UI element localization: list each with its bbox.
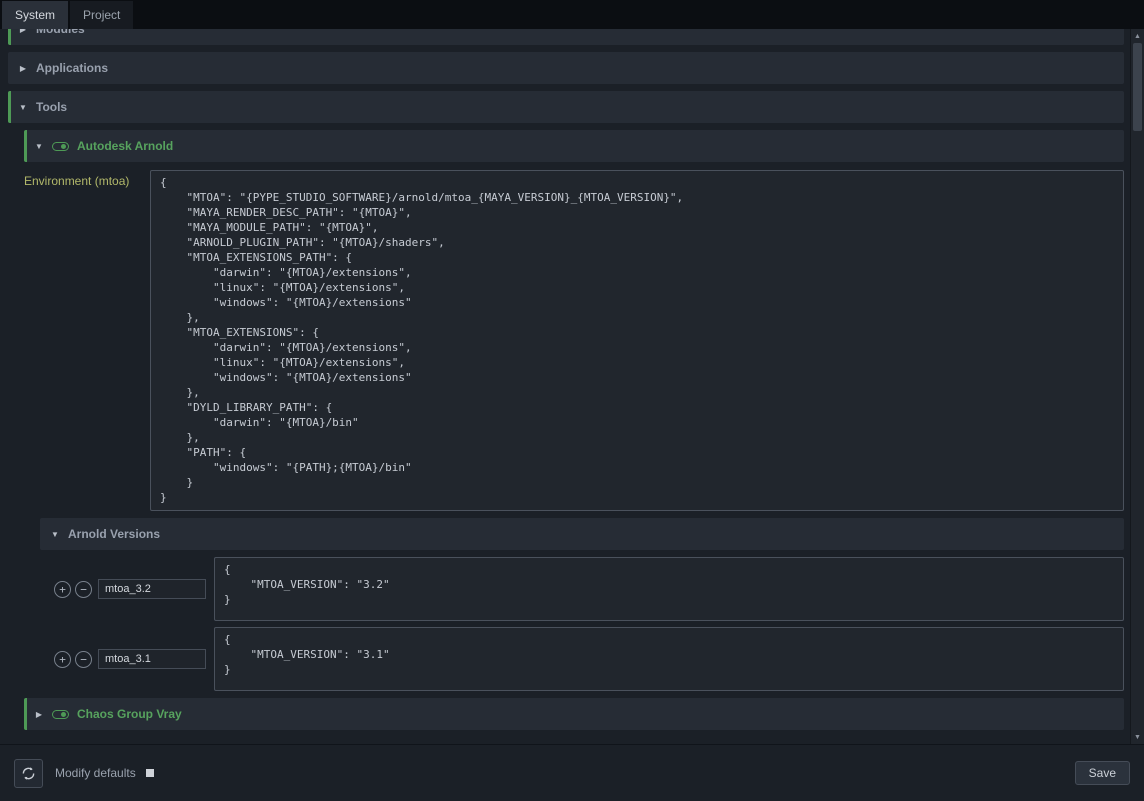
section-title-tools: Tools: [36, 100, 67, 114]
section-header-arnold[interactable]: ▼ Autodesk Arnold: [24, 130, 1124, 162]
section-header-vray[interactable]: ▶ Chaos Group Vray: [24, 698, 1124, 730]
chevron-right-icon: ▶: [18, 29, 28, 34]
section-title-applications: Applications: [36, 61, 108, 75]
scroll-down-button[interactable]: ▼: [1131, 730, 1144, 744]
refresh-button[interactable]: [14, 759, 43, 788]
section-header-modules[interactable]: ▶ Modules: [8, 29, 1124, 45]
footer-bar: Modify defaults Save: [0, 744, 1144, 801]
remove-version-button[interactable]: −: [75, 581, 92, 598]
version-json-editor[interactable]: { "MTOA_VERSION": "3.1" }: [214, 627, 1124, 691]
version-row: + − { "MTOA_VERSION": "3.2" }: [40, 557, 1124, 621]
version-controls: + −: [40, 579, 214, 599]
version-name-input[interactable]: [98, 579, 206, 599]
chevron-down-icon: ▼: [34, 142, 44, 151]
scroll-up-icon: ▲: [1134, 33, 1141, 40]
section-header-applications[interactable]: ▶ Applications: [8, 52, 1124, 84]
section-header-tools[interactable]: ▼ Tools: [8, 91, 1124, 123]
environment-label: Environment (mtoa): [24, 170, 150, 511]
version-json-editor[interactable]: { "MTOA_VERSION": "3.2" }: [214, 557, 1124, 621]
toggle-knob: [61, 144, 66, 149]
tab-bar: System Project: [0, 0, 1144, 29]
chevron-right-icon: ▶: [34, 710, 44, 719]
version-name-input[interactable]: [98, 649, 206, 669]
chevron-down-icon: ▼: [18, 103, 28, 112]
toggle-on-icon[interactable]: [52, 710, 69, 719]
scrollbar[interactable]: ▲ ▼: [1130, 29, 1144, 744]
toggle-knob: [61, 712, 66, 717]
add-version-button[interactable]: +: [54, 651, 71, 668]
environment-json-editor[interactable]: { "MTOA": "{PYPE_STUDIO_SOFTWARE}/arnold…: [150, 170, 1124, 511]
section-header-arnold-versions[interactable]: ▼ Arnold Versions: [40, 518, 1124, 550]
tab-project[interactable]: Project: [70, 1, 133, 29]
remove-version-button[interactable]: −: [75, 651, 92, 668]
section-title-arnold: Autodesk Arnold: [77, 139, 173, 153]
arnold-group: ▼ Autodesk Arnold Environment (mtoa) { "…: [24, 130, 1124, 691]
toggle-on-icon[interactable]: [52, 142, 69, 151]
modify-defaults-indicator[interactable]: [146, 769, 154, 777]
section-title-modules: Modules: [36, 29, 85, 36]
settings-scroll-area: ▶ Modules ▶ Applications ▼ Tools ▼ Autod…: [0, 29, 1144, 744]
chevron-right-icon: ▶: [18, 64, 28, 73]
version-controls: + −: [40, 649, 214, 669]
tab-system[interactable]: System: [2, 1, 68, 29]
tools-body: ▼ Autodesk Arnold Environment (mtoa) { "…: [8, 130, 1124, 730]
section-title-vray: Chaos Group Vray: [77, 707, 182, 721]
section-title-arnold-versions: Arnold Versions: [68, 527, 160, 541]
scroll-down-icon: ▼: [1134, 734, 1141, 741]
chevron-down-icon: ▼: [50, 530, 60, 539]
refresh-icon: [21, 766, 36, 781]
scroll-up-button[interactable]: ▲: [1131, 29, 1144, 43]
modify-defaults-label: Modify defaults: [55, 766, 136, 780]
add-version-button[interactable]: +: [54, 581, 71, 598]
environment-row: Environment (mtoa) { "MTOA": "{PYPE_STUD…: [24, 170, 1124, 511]
save-button[interactable]: Save: [1075, 761, 1130, 785]
version-row: + − { "MTOA_VERSION": "3.1" }: [40, 627, 1124, 691]
scrollbar-thumb[interactable]: [1133, 43, 1142, 131]
